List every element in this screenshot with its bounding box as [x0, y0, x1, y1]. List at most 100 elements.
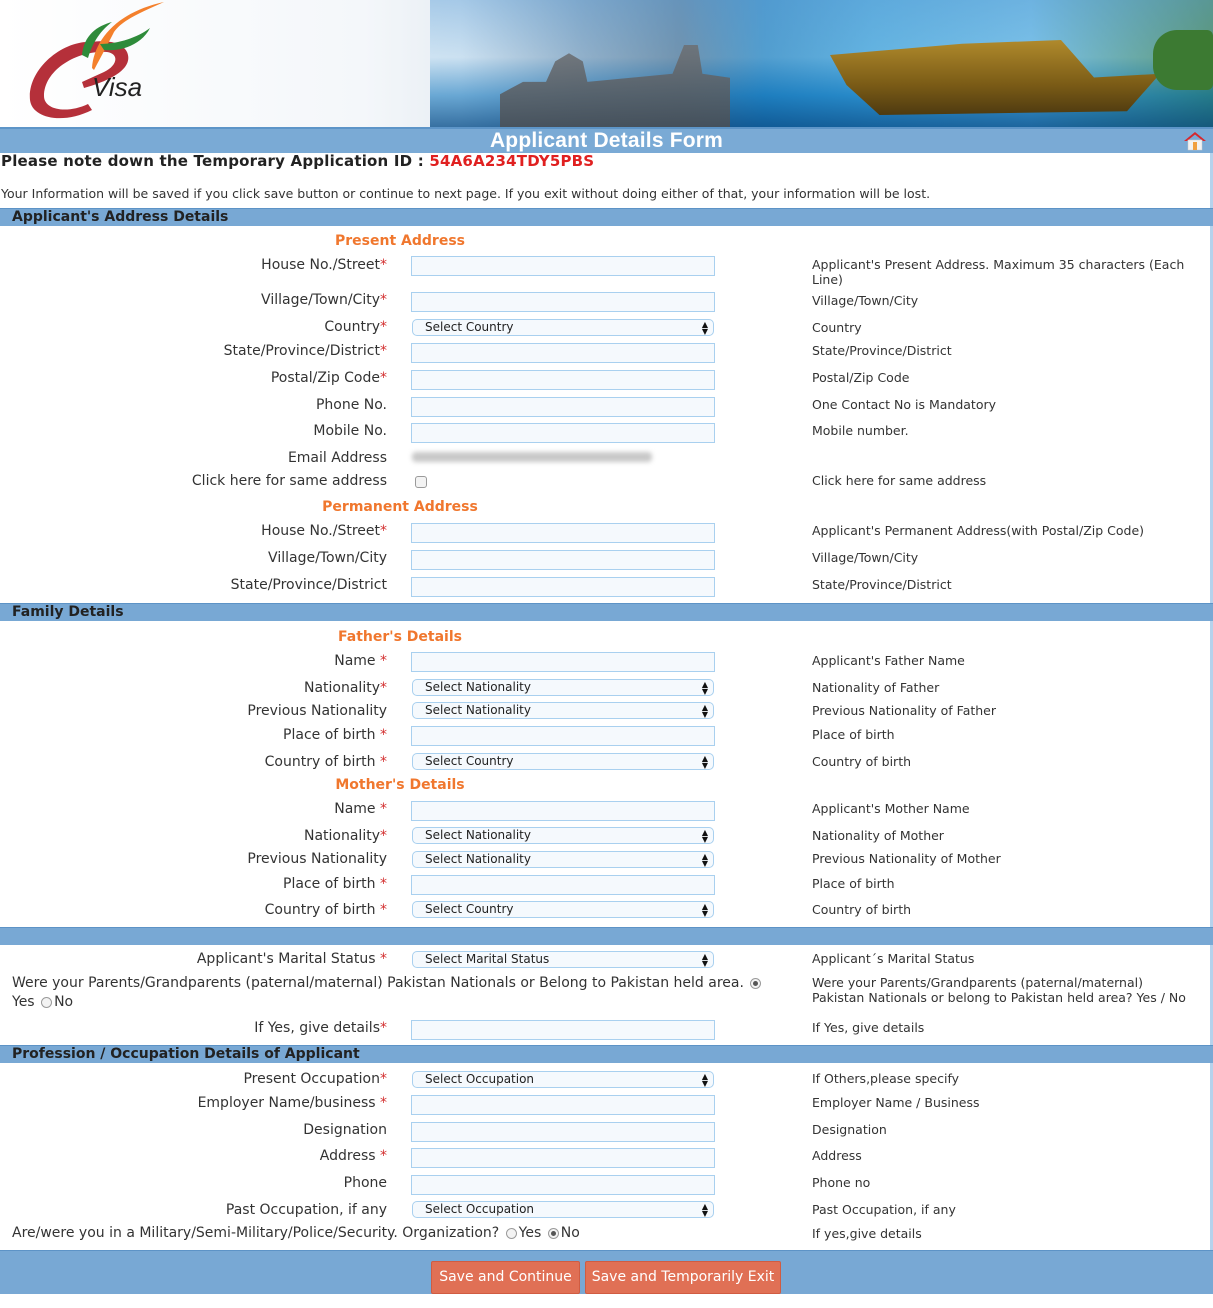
save-exit-button[interactable]: Save and Temporarily Exit — [585, 1261, 781, 1294]
mother-prev-nationality-hint: Previous Nationality of Mother — [812, 851, 1001, 866]
section-divider — [0, 927, 1213, 945]
mother-pob-label: Place of birth * — [283, 876, 387, 892]
father-prev-nationality-hint: Previous Nationality of Father — [812, 703, 997, 718]
military-no-radio[interactable] — [547, 1227, 559, 1239]
form-title-bar: Applicant Details Form — [0, 127, 1213, 153]
temporary-id-notice: Please note down the Temporary Applicati… — [1, 152, 594, 170]
marital-status-label: Applicant's Marital Status * — [196, 951, 387, 967]
present-house-hint: Applicant's Present Address. Maximum 35 … — [812, 257, 1185, 287]
select-arrows-icon: ▲ ▼ — [701, 902, 708, 918]
present-country-value: Select Country — [425, 320, 514, 334]
save-continue-button[interactable]: Save and Continue — [431, 1261, 580, 1294]
temporary-id-label: Please note down the Temporary Applicati… — [1, 152, 424, 170]
present-address-heading: Present Address — [335, 233, 465, 249]
mother-prev-nationality-label: Previous Nationality — [247, 851, 387, 867]
marital-status-select[interactable]: Select Marital Status ▲ ▼ — [412, 951, 714, 968]
mother-pob-hint: Place of birth — [812, 876, 895, 891]
military-no-label: No — [560, 1225, 580, 1241]
father-nationality-select[interactable]: Select Nationality ▲ ▼ — [412, 679, 714, 696]
same-address-checkbox[interactable] — [415, 476, 427, 488]
mother-prev-nationality-value: Select Nationality — [425, 852, 531, 866]
present-city-hint: Village/Town/City — [812, 293, 919, 308]
mother-nationality-label: Nationality* — [303, 828, 387, 844]
present-postal-hint: Postal/Zip Code — [812, 370, 910, 385]
present-occupation-select[interactable]: Select Occupation ▲ ▼ — [412, 1071, 714, 1088]
mother-nationality-hint: Nationality of Mother — [812, 828, 944, 843]
marital-status-hint: Applicant´s Marital Status — [812, 951, 975, 966]
pakistan-details-label: If Yes, give details* — [254, 1020, 387, 1036]
employer-address-input[interactable] — [411, 1148, 715, 1168]
logo-text: Visa — [92, 72, 142, 102]
father-cob-select[interactable]: Select Country ▲ ▼ — [412, 753, 714, 770]
permanent-house-hint: Applicant's Permanent Address(with Posta… — [812, 523, 1145, 538]
home-icon[interactable] — [1183, 131, 1207, 151]
past-occupation-select[interactable]: Select Occupation ▲ ▼ — [412, 1201, 714, 1218]
page-title: Applicant Details Form — [489, 129, 724, 152]
email-label: Email Address — [287, 450, 387, 466]
section-profession: Profession / Occupation Details of Appli… — [0, 1045, 1213, 1063]
present-state-input[interactable] — [411, 343, 715, 363]
mother-cob-hint: Country of birth — [812, 902, 912, 917]
select-arrows-icon: ▲ ▼ — [701, 754, 708, 770]
military-yes-label: Yes — [518, 1225, 542, 1241]
present-city-label: Village/Town/City* — [261, 292, 387, 308]
employer-address-label: Address * — [319, 1148, 387, 1164]
employer-label: Employer Name/business * — [197, 1095, 387, 1111]
permanent-state-hint: State/Province/District — [812, 577, 952, 592]
permanent-city-input[interactable] — [411, 550, 715, 570]
present-country-hint: Country — [812, 320, 862, 335]
save-info-text: Your Information will be saved if you cl… — [1, 186, 931, 201]
pakistan-details-hint: If Yes, give details — [812, 1020, 925, 1035]
employer-phone-hint: Phone no — [812, 1175, 871, 1190]
select-arrows-icon: ▲ ▼ — [701, 1072, 708, 1088]
mother-cob-label: Country of birth * — [264, 902, 387, 918]
employer-hint: Employer Name / Business — [812, 1095, 980, 1110]
pakistan-question: Were your Parents/Grandparents (paternal… — [12, 975, 763, 991]
mother-nationality-select[interactable]: Select Nationality ▲ ▼ — [412, 827, 714, 844]
mother-name-input[interactable] — [411, 801, 715, 821]
employer-phone-input[interactable] — [411, 1175, 715, 1195]
military-yes-radio[interactable] — [505, 1227, 517, 1239]
present-postal-input[interactable] — [411, 370, 715, 390]
father-name-input[interactable] — [411, 652, 715, 672]
pakistan-details-input[interactable] — [411, 1020, 715, 1040]
permanent-house-input[interactable] — [411, 523, 715, 543]
select-arrows-icon: ▲ ▼ — [701, 703, 708, 719]
father-prev-nationality-label: Previous Nationality — [247, 703, 387, 719]
select-arrows-icon: ▲ ▼ — [701, 1202, 708, 1218]
present-house-input[interactable] — [411, 256, 715, 276]
banner-trees-image — [1153, 30, 1213, 90]
present-city-input[interactable] — [411, 292, 715, 312]
present-country-select[interactable]: Select Country ▲ ▼ — [412, 319, 714, 336]
father-cob-hint: Country of birth — [812, 754, 912, 769]
mother-nationality-value: Select Nationality — [425, 828, 531, 842]
employer-phone-label: Phone — [343, 1175, 387, 1191]
same-address-hint: Click here for same address — [812, 473, 987, 488]
military-question-row: Are/were you in a Military/Semi-Military… — [12, 1225, 580, 1241]
designation-input[interactable] — [411, 1122, 715, 1142]
present-phone-hint: One Contact No is Mandatory — [812, 397, 997, 412]
father-nationality-value: Select Nationality — [425, 680, 531, 694]
section-address-title: Applicant's Address Details — [12, 209, 229, 225]
permanent-state-input[interactable] — [411, 577, 715, 597]
pakistan-hint: Were your Parents/Grandparents (paternal… — [812, 975, 1186, 1005]
permanent-city-hint: Village/Town/City — [812, 550, 919, 565]
pakistan-no-radio[interactable] — [41, 996, 53, 1008]
pakistan-options: Yes No — [12, 994, 73, 1010]
mother-prev-nationality-select[interactable]: Select Nationality ▲ ▼ — [412, 851, 714, 868]
present-mobile-input[interactable] — [411, 423, 715, 443]
pakistan-yes-radio[interactable] — [750, 977, 762, 989]
employer-address-hint: Address — [812, 1148, 862, 1163]
father-pob-input[interactable] — [411, 726, 715, 746]
designation-hint: Designation — [812, 1122, 887, 1137]
same-address-label: Click here for same address — [191, 473, 387, 489]
father-prev-nationality-select[interactable]: Select Nationality ▲ ▼ — [412, 702, 714, 719]
mother-name-hint: Applicant's Mother Name — [812, 801, 970, 816]
section-family-title: Family Details — [12, 604, 124, 620]
present-phone-input[interactable] — [411, 397, 715, 417]
father-heading: Father's Details — [338, 629, 462, 645]
employer-input[interactable] — [411, 1095, 715, 1115]
mother-pob-input[interactable] — [411, 875, 715, 895]
mother-cob-select[interactable]: Select Country ▲ ▼ — [412, 901, 714, 918]
email-value-redacted — [412, 452, 652, 462]
